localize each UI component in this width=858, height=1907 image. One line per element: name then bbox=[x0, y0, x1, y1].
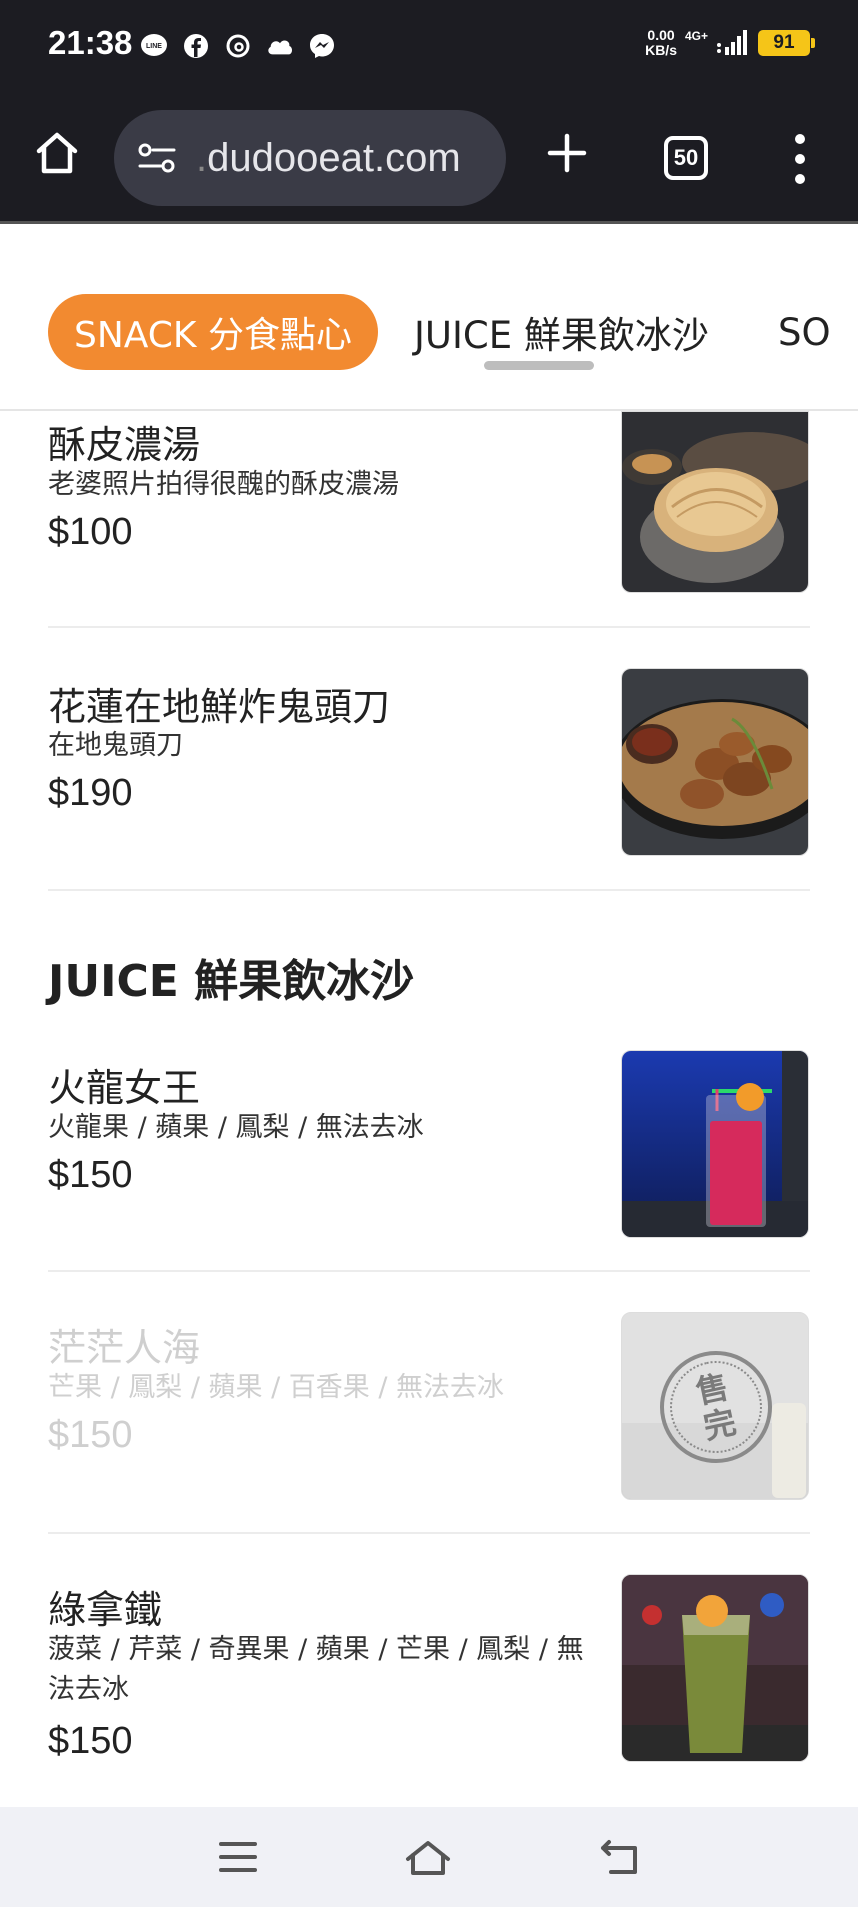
item-description: 老婆照片拍得很醜的酥皮濃湯 bbox=[48, 469, 399, 500]
item-name: 茫茫人海 bbox=[48, 1326, 201, 1370]
menu-item[interactable]: 花蓮在地鮮炸鬼頭刀 在地鬼頭刀 $190 bbox=[48, 628, 810, 891]
category-tab-bar: SNACK 分食點心 JUICE 鮮果飲冰沙 SO bbox=[0, 227, 858, 411]
browser-menu-button[interactable] bbox=[786, 134, 814, 184]
item-photo[interactable] bbox=[621, 1574, 809, 1762]
plus-icon bbox=[547, 133, 587, 173]
url-text: .dudooeat.com bbox=[196, 136, 461, 181]
nav-menu-button[interactable] bbox=[214, 1835, 262, 1879]
network-speed-unit: KB/s bbox=[645, 42, 677, 58]
item-description: 芒果 / 鳳梨 / 蘋果 / 百香果 / 無法去冰 bbox=[48, 1372, 505, 1403]
nav-back-button[interactable] bbox=[596, 1835, 644, 1879]
network-speed-value: 0.00 bbox=[647, 27, 675, 43]
signal-icon bbox=[717, 30, 747, 55]
browser-toolbar: .dudooeat.com 50 bbox=[0, 92, 858, 224]
item-price: $100 bbox=[48, 511, 133, 553]
menu-item[interactable]: 綠拿鐵 菠菜 / 芹菜 / 奇異果 / 蘋果 / 芒果 / 鳳梨 / 無法去冰 … bbox=[48, 1534, 810, 1796]
category-tab-next[interactable]: SO bbox=[778, 294, 831, 370]
section-title-juice: JUICE 鮮果飲冰沙 bbox=[48, 956, 415, 1007]
menu-lines-icon bbox=[219, 1842, 257, 1872]
network-speed: 0.00 KB/s bbox=[645, 28, 677, 58]
browser-home-button[interactable] bbox=[30, 126, 84, 180]
threads-icon bbox=[224, 32, 252, 60]
category-tab-juice[interactable]: JUICE 鮮果飲冰沙 bbox=[414, 294, 709, 370]
home-outline-icon bbox=[406, 1841, 450, 1875]
site-settings-icon[interactable] bbox=[136, 137, 178, 179]
item-price: $150 bbox=[48, 1414, 133, 1456]
item-description: 菠菜 / 芹菜 / 奇異果 / 蘋果 / 芒果 / 鳳梨 / 無法去冰 bbox=[48, 1634, 584, 1705]
messenger-icon bbox=[308, 32, 336, 60]
network-type: 4G+ bbox=[684, 29, 708, 43]
menu-item[interactable]: 火龍女王 火龍果 / 蘋果 / 鳳梨 / 無法去冰 $150 bbox=[48, 1020, 810, 1272]
status-indicators: 0.00 KB/s 4G+ 91 bbox=[645, 28, 815, 58]
line-icon: LINE bbox=[140, 32, 168, 60]
address-bar[interactable]: .dudooeat.com bbox=[114, 110, 506, 206]
item-photo[interactable] bbox=[621, 668, 809, 856]
sold-out-text: 售完 bbox=[692, 1367, 740, 1447]
item-price: $190 bbox=[48, 772, 133, 814]
item-price: $150 bbox=[48, 1720, 133, 1762]
item-photo[interactable] bbox=[621, 411, 809, 593]
item-name: 花蓮在地鮮炸鬼頭刀 bbox=[48, 685, 391, 729]
url-prefix-dot: . bbox=[196, 135, 208, 180]
status-time: 21:38 bbox=[48, 24, 133, 61]
item-name: 酥皮濃湯 bbox=[48, 423, 201, 467]
status-bar: 21:38 LINE 0.00 KB/s 4G+ 91 bbox=[0, 0, 858, 92]
battery-indicator: 91 bbox=[758, 30, 815, 56]
svg-text:LINE: LINE bbox=[146, 43, 162, 50]
home-icon bbox=[36, 132, 78, 174]
item-description: 火龍果 / 蘋果 / 鳳梨 / 無法去冰 bbox=[48, 1112, 424, 1143]
menu-item[interactable]: 酥皮濃湯 老婆照片拍得很醜的酥皮濃湯 $100 bbox=[48, 411, 810, 628]
menu-dot bbox=[795, 154, 805, 164]
status-notification-icons: LINE bbox=[140, 32, 336, 60]
category-tab-snack[interactable]: SNACK 分食點心 bbox=[48, 294, 378, 370]
system-navigation-bar bbox=[0, 1807, 858, 1907]
new-tab-button[interactable] bbox=[540, 126, 594, 180]
item-photo[interactable] bbox=[621, 1050, 809, 1238]
menu-item-sold-out[interactable]: 茫茫人海 芒果 / 鳳梨 / 蘋果 / 百香果 / 無法去冰 $150 售完 bbox=[48, 1272, 810, 1534]
item-price: $150 bbox=[48, 1154, 133, 1196]
item-name: 綠拿鐵 bbox=[48, 1588, 163, 1632]
menu-dot bbox=[795, 174, 805, 184]
item-description: 在地鬼頭刀 bbox=[48, 730, 183, 761]
category-scroll-indicator bbox=[484, 361, 594, 370]
cloud-icon bbox=[266, 32, 294, 60]
item-name: 火龍女王 bbox=[48, 1066, 201, 1110]
tab-switcher-button[interactable]: 50 bbox=[664, 136, 708, 180]
url-domain: dudooeat.com bbox=[207, 135, 461, 180]
nav-home-button[interactable] bbox=[404, 1835, 452, 1879]
item-photo[interactable]: 售完 bbox=[621, 1312, 809, 1500]
menu-dot bbox=[795, 134, 805, 144]
facebook-icon bbox=[182, 32, 210, 60]
back-icon bbox=[601, 1840, 637, 1874]
